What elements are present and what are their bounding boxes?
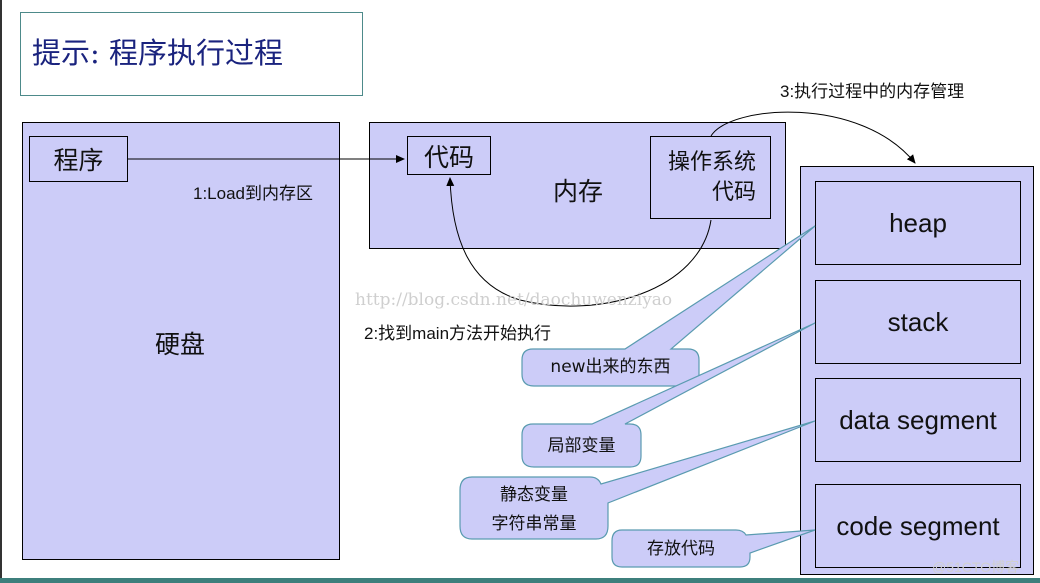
main-arrow xyxy=(446,177,712,307)
data-segment-callout-line2: 字符串常量 xyxy=(491,514,577,534)
code-segment-callout-text: 存放代码 xyxy=(647,539,715,559)
memory-management-arrow xyxy=(710,111,916,164)
site-watermark: @51CTO博客 xyxy=(932,559,1020,575)
heap-callout-text: new出来的东西 xyxy=(550,357,671,377)
blog-watermark: http://blog.csdn.net/daochuwenziyao xyxy=(355,290,673,310)
bottom-bar xyxy=(0,578,1040,583)
stack-callout-text: 局部变量 xyxy=(547,436,616,456)
data-segment-callout-line1: 静态变量 xyxy=(500,485,568,505)
